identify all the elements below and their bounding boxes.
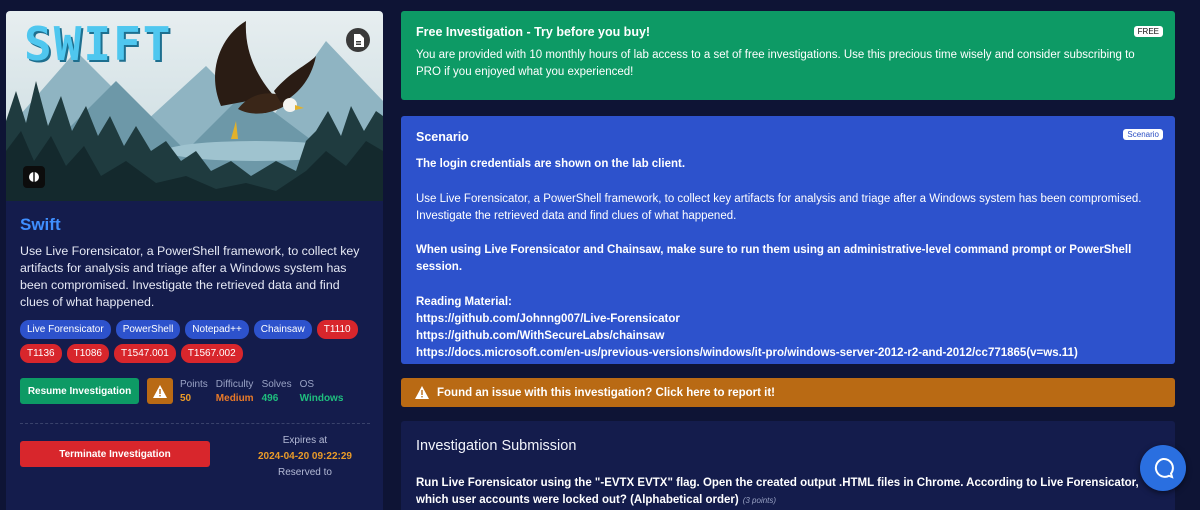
question-points: (3 points)	[742, 496, 777, 505]
report-issue-bar[interactable]: Found an issue with this investigation? …	[401, 378, 1175, 407]
tag-list: Live Forensicator PowerShell Notepad++ Chai…	[20, 320, 370, 363]
hero-title: SWIFT	[24, 17, 173, 71]
windows-os-icon	[29, 172, 39, 182]
lab-card: SWIFT Swift Use Live Forensicator, a Pow…	[6, 11, 383, 510]
scenario-admin-note: When using Live Forensicator and Chainsa…	[416, 244, 1132, 273]
expiry-info: Expires at 2024-04-20 09:22:29 Reserved …	[258, 435, 352, 478]
free-panel-text: You are provided with 10 monthly hours o…	[416, 49, 1135, 78]
scenario-title: Scenario	[416, 130, 469, 144]
stat-points: Points 50	[180, 379, 208, 404]
tag-chip[interactable]: T1567.002	[180, 344, 243, 363]
scenario-panel: Scenario Scenario The login credentials …	[401, 116, 1175, 364]
report-warning-button[interactable]	[147, 378, 173, 404]
tag-chip[interactable]: PowerShell	[115, 320, 181, 339]
stat-difficulty: Difficulty Medium	[215, 379, 254, 404]
warning-icon	[415, 386, 429, 399]
divider	[20, 423, 370, 424]
reading-link[interactable]: https://docs.microsoft.com/en-us/previou…	[416, 345, 1160, 362]
lab-title: Swift	[20, 215, 61, 234]
warning-icon	[153, 384, 167, 398]
lab-hero-image: SWIFT	[6, 11, 383, 201]
pdf-icon	[353, 33, 364, 47]
scenario-body: Use Live Forensicator, a PowerShell fram…	[416, 193, 1142, 222]
stat-solves: Solves 496	[261, 379, 292, 404]
question-text: Run Live Forensicator using the "-EVTX E…	[416, 477, 1139, 506]
tag-chip[interactable]: Live Forensicator	[20, 320, 111, 339]
tag-chip[interactable]: Notepad++	[185, 320, 249, 339]
scenario-credentials: The login credentials are shown on the l…	[416, 158, 686, 170]
lab-description: Use Live Forensicator, a PowerShell fram…	[20, 244, 360, 309]
tag-chip[interactable]: T1136	[20, 344, 62, 363]
windows-os-badge	[23, 166, 45, 188]
chat-icon	[1154, 457, 1174, 479]
stat-os: OS Windows	[299, 379, 344, 404]
tag-chip[interactable]: Chainsaw	[253, 320, 312, 339]
tag-chip[interactable]: T1547.001	[113, 344, 176, 363]
reading-link[interactable]: https://github.com/Johnng007/Live-Forens…	[416, 311, 1160, 328]
free-badge: FREE	[1133, 26, 1163, 37]
submission-title: Investigation Submission	[416, 438, 577, 454]
free-investigation-panel: Free Investigation - Try before you buy!…	[401, 11, 1175, 100]
scenario-badge: Scenario	[1123, 129, 1163, 140]
resume-investigation-button[interactable]: Resume Investigation	[20, 378, 139, 404]
reading-link[interactable]: https://github.com/WithSecureLabs/chains…	[416, 328, 1160, 345]
reading-material-label: Reading Material:	[416, 296, 512, 308]
lab-stats: Points 50 Difficulty Medium Solves 496 O…	[180, 378, 343, 406]
pdf-download-button[interactable]	[346, 28, 370, 52]
tag-chip[interactable]: T1110	[316, 320, 358, 339]
chat-support-button[interactable]	[1140, 445, 1186, 491]
report-issue-text: Found an issue with this investigation? …	[437, 386, 776, 399]
tag-chip[interactable]: T1086	[66, 344, 109, 363]
submission-panel: Investigation Submission Run Live Forens…	[401, 421, 1175, 510]
free-panel-title: Free Investigation - Try before you buy!	[416, 25, 651, 39]
terminate-investigation-button[interactable]: Terminate Investigation	[20, 441, 210, 467]
